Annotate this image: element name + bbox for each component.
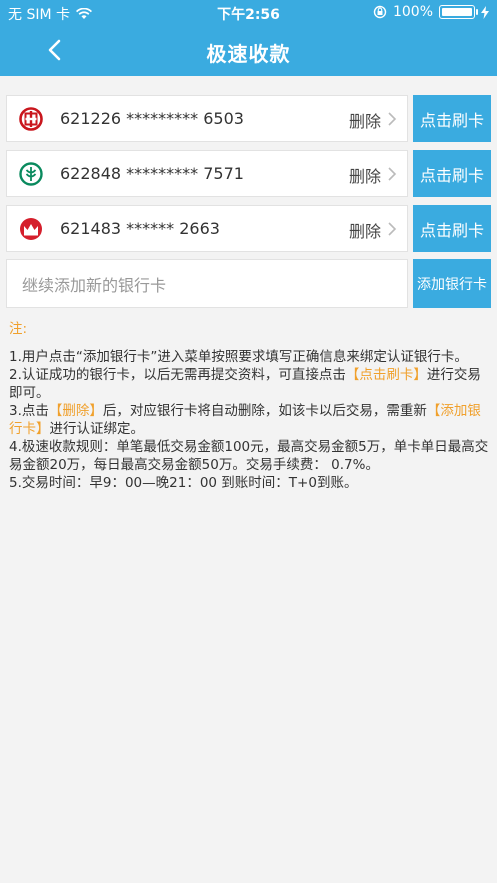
battery-icon — [439, 5, 478, 19]
swipe-card-button[interactable]: 点击刷卡 — [413, 205, 491, 252]
card-number: 622848 ********* 7571 — [60, 164, 244, 183]
bank-card-row: 621226 ********* 6503 删除 点击刷卡 — [6, 95, 491, 142]
abc-logo-icon — [19, 162, 43, 186]
swipe-card-button[interactable]: 点击刷卡 — [413, 95, 491, 142]
rotation-lock-icon — [373, 5, 387, 19]
delete-button[interactable]: 删除 — [349, 108, 381, 132]
status-bar: 无 SIM 卡 下午2:56 100% — [0, 0, 497, 26]
bank-card[interactable]: 621483 ****** 2663 删除 — [6, 205, 408, 252]
card-number: 621483 ****** 2663 — [60, 219, 220, 238]
chevron-right-icon — [388, 167, 397, 181]
page-title: 极速收款 — [206, 42, 291, 66]
note-item: 2.认证成功的银行卡，以后无需再提交资料，可直接点击【点击刷卡】进行交易即可。 — [9, 367, 481, 401]
charging-icon — [481, 5, 489, 19]
nav-bar: 极速收款 — [0, 26, 497, 76]
card-number: 621226 ********* 6503 — [60, 109, 244, 128]
note-item: 5.交易时间：早9：00—晚21：00 到账时间：T+0到账。 — [9, 475, 358, 491]
bank-card[interactable]: 622848 ********* 7571 删除 — [6, 150, 408, 197]
bank-card-row: 621483 ****** 2663 删除 点击刷卡 — [6, 205, 491, 252]
delete-button[interactable]: 删除 — [349, 163, 381, 187]
bank-card[interactable]: 621226 ********* 6503 删除 — [6, 95, 408, 142]
delete-highlight: 【删除】 — [48, 403, 103, 419]
swipe-highlight: 【点击刷卡】 — [345, 367, 427, 383]
chevron-right-icon — [388, 112, 397, 126]
cmb-logo-icon — [20, 218, 42, 240]
add-card-row: 继续添加新的银行卡 添加银行卡 — [6, 259, 491, 308]
note-item: 4.极速收款规则：单笔最低交易金额100元，最高交易金额5万，单卡单日最高交易金… — [9, 439, 489, 473]
note-item: 3.点击【删除】后，对应银行卡将自动删除，如该卡以后交易，需重新【添加银行卡】进… — [9, 403, 481, 437]
battery-percent: 100% — [392, 4, 433, 20]
notes-heading: 注: — [9, 321, 28, 337]
delete-button[interactable]: 删除 — [349, 218, 381, 242]
bank-card-row: 622848 ********* 7571 删除 点击刷卡 — [6, 150, 491, 197]
note-item: 1.用户点击“添加银行卡”进入菜单按照要求填写正确信息来绑定认证银行卡。 — [9, 349, 468, 365]
add-card-input[interactable]: 继续添加新的银行卡 — [6, 259, 408, 308]
header-bar: 无 SIM 卡 下午2:56 100% 极速收款 — [0, 0, 497, 76]
chevron-right-icon — [388, 222, 397, 236]
swipe-card-button[interactable]: 点击刷卡 — [413, 150, 491, 197]
icbc-logo-icon — [19, 107, 43, 131]
add-card-button[interactable]: 添加银行卡 — [413, 259, 491, 308]
notes-section: 注: 1.用户点击“添加银行卡”进入菜单按照要求填写正确信息来绑定认证银行卡。 … — [9, 320, 490, 492]
